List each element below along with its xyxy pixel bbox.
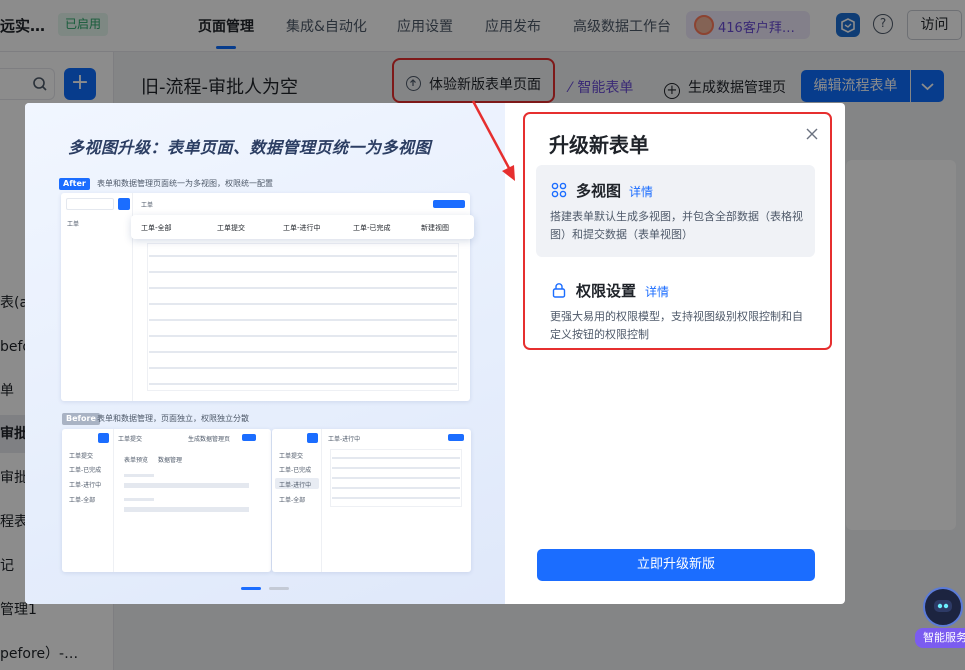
preview-sidebar-item: 工单-进行中 [279,482,312,489]
preview-tabstrip: 工单-全部 工单提交 工单-进行中 工单-已完成 新建视图 [131,215,474,239]
close-icon[interactable] [806,128,818,140]
upgrade-now-button[interactable]: 立即升级新版 [537,549,815,581]
grid-icon [551,182,567,198]
preview-sidebar-item: 工单-已完成 [279,467,312,474]
feature-multi-view: 多视图 详情 搭建表单默认生成多视图，并包含全部数据（表格视图）和提交数据（表单… [536,165,815,257]
assistant-label: 智能服务 [915,628,965,648]
feature-details-link[interactable]: 详情 [629,183,653,200]
lock-icon [552,283,566,298]
preview-search [66,198,114,210]
preview-headline: 多视图升级：表单页面、数据管理页统一为多视图 [68,138,432,157]
preview-sidebar-item: 工单-全部 [69,497,96,504]
assistant-widget[interactable]: 智能服务 [915,587,965,649]
preview-tab: 工单提交 [217,224,245,232]
preview-tab: 工单-全部 [141,224,172,232]
preview-tab: 数据管理 [158,457,183,464]
preview-tab: 工单-已完成 [353,224,391,232]
preview-sidebar-item: 工单-已完成 [69,467,102,474]
preview-title: 工单-进行中 [328,436,361,443]
feature-description: 搭建表单默认生成多视图，并包含全部数据（表格视图）和提交数据（表单视图） [550,210,803,241]
feature-title: 权限设置 [576,282,637,300]
preview-sidebar-item: 工单 [67,221,80,228]
preview-add [118,198,130,210]
feature-title: 多视图 [576,182,622,200]
before-preview-form: 工单提交 工单-已完成 工单-进行中 工单-全部 工单提交 生成数据管理页 表单… [62,429,271,572]
preview-title: 工单 [141,202,154,209]
before-tag: Before [62,413,100,425]
robot-icon [923,587,963,627]
preview-tab: 表单预览 [124,457,149,464]
preview-sidebar-item: 工单-全部 [279,497,306,504]
upgrade-modal: 多视图升级：表单页面、数据管理页统一为多视图 After 表单和数据管理页面统一… [25,103,845,604]
carousel-dot[interactable] [269,587,289,590]
carousel-dot-active[interactable] [241,587,261,590]
preview-sidebar-item: 工单-进行中 [69,482,102,489]
modal-title: 升级新表单 [549,133,649,157]
preview-link: 生成数据管理页 [188,436,231,443]
feature-permissions: 权限设置 详情 更强大易用的权限模型，支持视图级别权限控制和自定义按钮的权限控制 [536,265,815,341]
after-description: 表单和数据管理页面统一为多视图，权限统一配置 [97,179,273,188]
preview-sidebar-item: 工单提交 [279,453,304,460]
preview-sidebar-item: 工单提交 [69,453,94,460]
preview-button [433,200,465,208]
preview-title: 工单提交 [118,436,143,443]
preview-panel: 多视图升级：表单页面、数据管理页统一为多视图 After 表单和数据管理页面统一… [25,103,505,604]
preview-tab: 工单-进行中 [283,224,321,232]
before-preview-data: 工单提交 工单-已完成 工单-进行中 工单-全部 工单-进行中 [272,429,471,572]
before-description: 表单和数据管理，页面独立，权限独立分散 [97,414,249,423]
feature-details-link[interactable]: 详情 [645,283,669,300]
feature-description: 更强大易用的权限模型，支持视图级别权限控制和自定义按钮的权限控制 [550,310,803,341]
preview-tab: 新建视图 [421,224,449,232]
after-tag: After [59,178,90,190]
